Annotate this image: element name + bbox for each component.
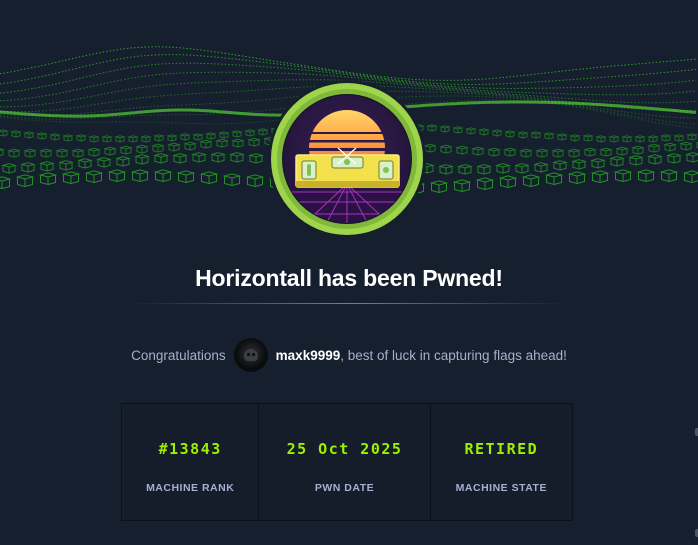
stat-machine-state: RETIRED MACHINE STATE: [431, 404, 572, 520]
machine-state-value: RETIRED: [464, 440, 539, 458]
pwn-date-value: 25 Oct 2025: [286, 440, 403, 458]
page-title: Horizontall has been Pwned!: [195, 265, 503, 291]
machine-state-label: MACHINE STATE: [455, 482, 547, 494]
pwn-date-label: PWN DATE: [314, 482, 375, 494]
machine-rank-value: #13843: [158, 440, 222, 458]
congrats-message: Congratulations maxk9999 , best of luck …: [0, 338, 698, 372]
username-link[interactable]: maxk9999: [276, 348, 341, 363]
user-avatar[interactable]: [234, 339, 267, 371]
skull-icon: [243, 349, 258, 361]
title-divider: [130, 303, 568, 304]
congrats-suffix: , best of luck in capturing flags ahead!: [340, 347, 567, 363]
machine-rank-label: MACHINE RANK: [146, 482, 235, 494]
stat-pwn-date: 25 Oct 2025 PWN DATE: [259, 404, 431, 520]
machine-badge: [268, 80, 426, 238]
pwn-stats-panel: #13843 MACHINE RANK 25 Oct 2025 PWN DATE…: [121, 403, 573, 521]
congrats-prefix: Congratulations: [131, 347, 226, 363]
horizontall-level-icon: [271, 83, 423, 235]
stat-machine-rank: #13843 MACHINE RANK: [122, 404, 260, 520]
